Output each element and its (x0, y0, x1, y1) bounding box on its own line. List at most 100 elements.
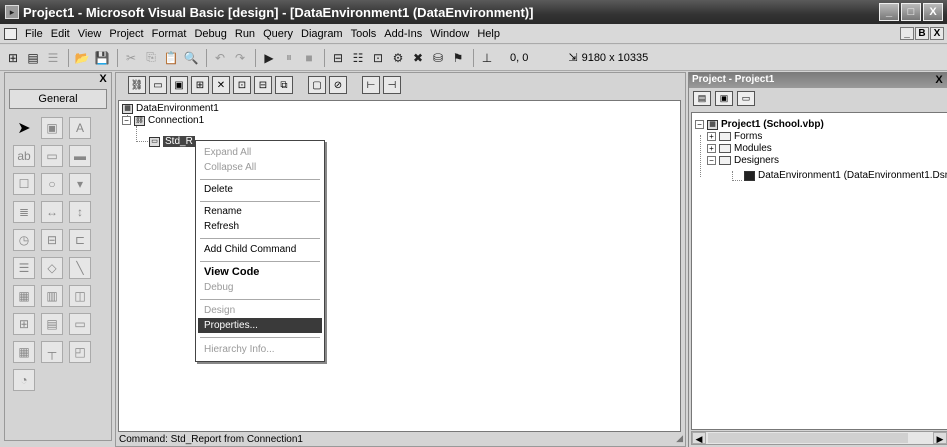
data-icon[interactable]: ▥ (41, 285, 63, 307)
menu-view-code[interactable]: View Code (196, 265, 324, 280)
checkbox-icon[interactable]: ☐ (13, 173, 35, 195)
minimize-button[interactable]: _ (879, 3, 899, 21)
arrange-by-objects-icon[interactable]: ⊢ (362, 76, 380, 94)
image-icon[interactable]: ▦ (13, 285, 35, 307)
vb-app-icon[interactable]: ▸ (5, 5, 19, 19)
open-project-icon[interactable]: 📂 (73, 49, 91, 67)
scroll-right-icon[interactable]: ▶ (933, 432, 947, 444)
project-explorer-close-button[interactable]: X (933, 74, 945, 86)
end-icon[interactable]: ■ (300, 49, 318, 67)
object-browser-icon[interactable]: ⚙ (389, 49, 407, 67)
datacombo-icon[interactable]: ▭ (69, 313, 91, 335)
tree-node-dataenvironment[interactable]: ▦ DataEnvironment1 (122, 103, 219, 114)
mdi-document-icon[interactable] (4, 27, 17, 40)
view-object-icon[interactable]: ▣ (715, 90, 733, 106)
menu-refresh[interactable]: Refresh (196, 219, 324, 234)
tree-node-connection[interactable]: − ⛓ Connection1 (122, 115, 204, 126)
project-tree[interactable]: − ▦ Project1 (School.vbp) + Forms + Modu… (691, 112, 947, 430)
delete-icon[interactable]: ✕ (212, 76, 230, 94)
mdi-close-button[interactable]: X (930, 27, 944, 40)
menu-editor-icon[interactable]: ☰ (44, 49, 62, 67)
label-icon[interactable]: A (69, 117, 91, 139)
collapse-icon[interactable]: − (695, 120, 704, 129)
form-layout-icon[interactable]: ⊡ (369, 49, 387, 67)
properties-window-icon[interactable]: ☷ (349, 49, 367, 67)
add-project-icon[interactable]: ⊞ (4, 49, 22, 67)
project-horizontal-scrollbar[interactable]: ◀ ▶ (691, 431, 947, 445)
optionbutton-icon[interactable]: ○ (41, 173, 63, 195)
menu-window[interactable]: Window (426, 28, 473, 40)
collapse-icon[interactable]: − (122, 116, 131, 125)
line-icon[interactable]: ╲ (69, 257, 91, 279)
pointer-icon[interactable]: ➤ (13, 117, 35, 139)
start-icon[interactable]: ▶ (260, 49, 278, 67)
menu-help[interactable]: Help (473, 28, 504, 40)
tree-node-forms[interactable]: + Forms (707, 131, 762, 142)
menu-debug[interactable]: Debug (196, 280, 324, 295)
ole-icon[interactable]: ◫ (69, 285, 91, 307)
timer-icon[interactable]: ◷ (13, 229, 35, 251)
menu-rename[interactable]: Rename (196, 204, 324, 219)
tree-node-dataenvironment1[interactable]: DataEnvironment1 (DataEnvironment1.Dsr (744, 170, 947, 181)
ado-icon[interactable]: ◔ (13, 369, 35, 391)
design-icon[interactable]: ⊡ (233, 76, 251, 94)
mdi-minimize-button[interactable]: _ (900, 27, 914, 40)
tree-node-modules[interactable]: + Modules (707, 143, 772, 154)
copy-icon[interactable]: ⎘ (142, 49, 160, 67)
tree-node-command[interactable]: ▭ Std_R (149, 136, 195, 147)
drivelist-icon[interactable]: ⊟ (41, 229, 63, 251)
vscroll-icon[interactable]: ↕ (69, 201, 91, 223)
relation-icon[interactable]: ⊟ (254, 76, 272, 94)
view-code-icon[interactable]: ▢ (308, 76, 326, 94)
menu-diagram[interactable]: Diagram (297, 28, 347, 40)
save-project-icon[interactable]: 💾 (93, 49, 111, 67)
listbox-icon[interactable]: ≣ (13, 201, 35, 223)
menu-format[interactable]: Format (148, 28, 191, 40)
menu-delete[interactable]: Delete (196, 182, 324, 197)
options-icon[interactable]: ⊘ (329, 76, 347, 94)
expand-icon[interactable]: + (707, 132, 716, 141)
tree-node-designers[interactable]: − Designers (707, 155, 779, 166)
view-code-icon[interactable]: ▤ (693, 90, 711, 106)
undo-icon[interactable]: ↶ (211, 49, 229, 67)
picturebox-icon[interactable]: ▣ (41, 117, 63, 139)
menu-design[interactable]: Design (196, 303, 324, 318)
menu-edit[interactable]: Edit (47, 28, 74, 40)
toggle-folders-icon[interactable]: ▭ (737, 90, 755, 106)
redo-icon[interactable]: ↷ (231, 49, 249, 67)
menu-tools[interactable]: Tools (347, 28, 381, 40)
menu-query[interactable]: Query (259, 28, 297, 40)
cut-icon[interactable]: ✂ (122, 49, 140, 67)
shape-icon[interactable]: ◇ (41, 257, 63, 279)
aggregate-icon[interactable]: ⧉ (275, 76, 293, 94)
scroll-left-icon[interactable]: ◀ (692, 432, 706, 444)
paste-icon[interactable]: 📋 (162, 49, 180, 67)
menu-hierarchy-info[interactable]: Hierarchy Info... (196, 342, 324, 357)
add-form-icon[interactable]: ▤ (24, 49, 42, 67)
scroll-thumb[interactable] (708, 433, 908, 443)
maximize-button[interactable]: □ (901, 3, 921, 21)
add-command-icon[interactable]: ▭ (149, 76, 167, 94)
commandbutton-icon[interactable]: ▬ (69, 145, 91, 167)
menu-expand-all[interactable]: Expand All (196, 145, 324, 160)
toolbox-icon[interactable]: ✖ (409, 49, 427, 67)
menu-debug[interactable]: Debug (190, 28, 230, 40)
toolbox-close-button[interactable]: X (97, 73, 109, 85)
add-connection-icon[interactable]: ⛓ (128, 76, 146, 94)
frame-icon[interactable]: ▭ (41, 145, 63, 167)
menu-properties[interactable]: Properties... (198, 318, 322, 333)
menu-collapse-all[interactable]: Collapse All (196, 160, 324, 175)
menu-project[interactable]: Project (105, 28, 147, 40)
arrange-by-connections-icon[interactable]: ⊣ (383, 76, 401, 94)
menu-add-child-command[interactable]: Add Child Command (196, 242, 324, 257)
data-view-icon[interactable]: ⛁ (429, 49, 447, 67)
tree-node-project[interactable]: − ▦ Project1 (School.vbp) (695, 119, 824, 130)
close-button[interactable]: X (923, 3, 943, 21)
find-icon[interactable]: 🔍 (182, 49, 200, 67)
break-icon[interactable]: ⏸ (280, 49, 298, 67)
filelist-icon[interactable]: ☰ (13, 257, 35, 279)
insert-stored-procedures-icon[interactable]: ▣ (170, 76, 188, 94)
toolbox-tab-general[interactable]: General (9, 89, 107, 109)
menu-file[interactable]: File (21, 28, 47, 40)
menu-run[interactable]: Run (231, 28, 259, 40)
